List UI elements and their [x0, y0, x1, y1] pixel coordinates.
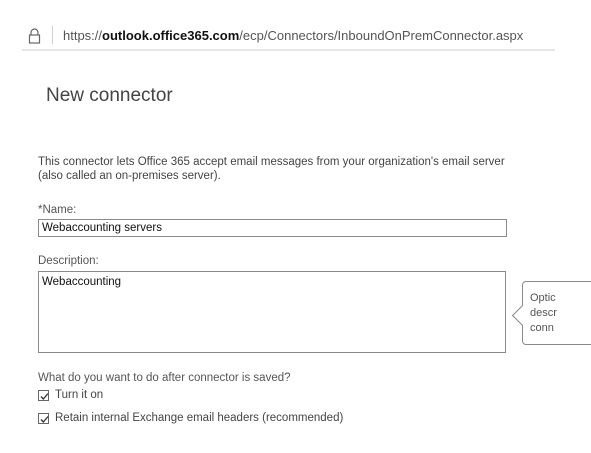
checkmark-icon	[40, 415, 49, 423]
turn-on-checkbox[interactable]	[38, 389, 49, 401]
description-label: Description:	[38, 255, 99, 267]
description-help-callout: Optic descr conn	[511, 281, 591, 345]
url-path: /ecp/Connectors/InboundOnPremConnector.a…	[239, 28, 524, 43]
callout-text: Optic descr conn	[530, 292, 557, 334]
url-text[interactable]: https://outlook.office365.com/ecp/Connec…	[63, 28, 523, 43]
name-label: *Name:	[38, 204, 77, 216]
turn-on-label: Turn it on	[55, 389, 104, 401]
address-separator	[52, 26, 53, 44]
intro-text: This connector lets Office 365 accept em…	[38, 156, 505, 182]
checkmark-icon	[40, 392, 49, 400]
url-prefix: https://	[63, 28, 103, 43]
turn-on-option[interactable]: Turn it on	[38, 389, 103, 401]
retain-headers-checkbox[interactable]	[38, 412, 49, 424]
name-field[interactable]	[38, 219, 507, 237]
page-title: New connector	[46, 85, 173, 106]
retain-headers-option[interactable]: Retain internal Exchange email headers (…	[38, 412, 343, 424]
after-save-label: What do you want to do after connector i…	[38, 372, 291, 384]
lock-icon	[28, 28, 41, 44]
address-bar[interactable]: https://outlook.office365.com/ecp/Connec…	[22, 19, 555, 51]
url-domain: outlook.office365.com	[102, 28, 240, 43]
description-field[interactable]: Webaccounting	[38, 271, 506, 353]
retain-headers-label: Retain internal Exchange email headers (…	[55, 412, 344, 424]
